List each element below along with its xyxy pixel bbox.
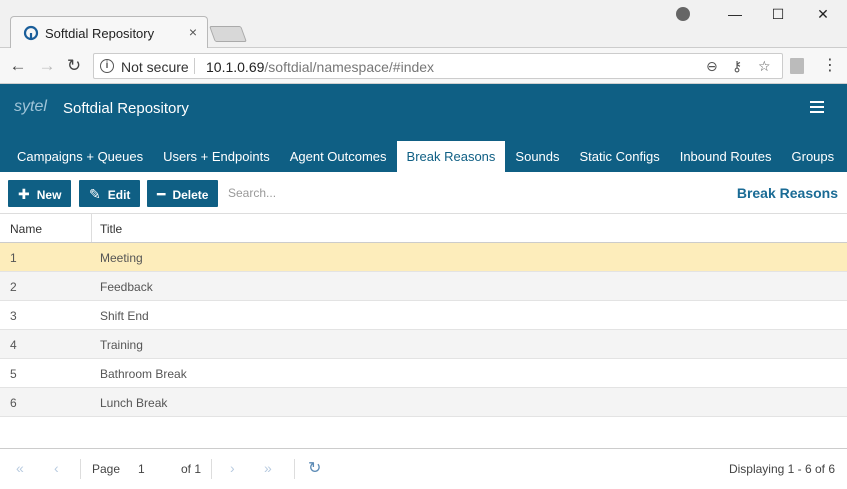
- cell-name: 5: [10, 367, 17, 381]
- table-row[interactable]: 4 Training: [0, 330, 847, 359]
- back-icon[interactable]: ←: [8, 56, 28, 76]
- key-icon[interactable]: ⚷: [732, 58, 742, 75]
- nav-tab-sounds[interactable]: Sounds: [505, 141, 569, 172]
- browser-tab[interactable]: Softdial Repository ×: [10, 16, 208, 49]
- cell-name: 1: [10, 251, 17, 265]
- zoom-icon[interactable]: ⊖: [706, 58, 718, 75]
- tab-close-icon[interactable]: ×: [189, 24, 197, 40]
- cell-title: Shift End: [100, 309, 149, 323]
- next-page-icon[interactable]: ›: [230, 460, 235, 476]
- url-text[interactable]: 10.1.0.69/softdial/namespace/#index: [206, 59, 434, 75]
- nav-tab-groups[interactable]: Groups: [782, 141, 845, 172]
- table-row[interactable]: 5 Bathroom Break: [0, 359, 847, 388]
- nav-tab-static-configs[interactable]: Static Configs: [570, 141, 670, 172]
- pencil-icon: ✎: [89, 186, 101, 202]
- pager-divider: [80, 459, 81, 479]
- not-secure-label: Not secure: [121, 59, 189, 75]
- close-window-icon[interactable]: ✕: [808, 6, 838, 23]
- cell-name: 6: [10, 396, 17, 410]
- minus-icon: ━: [157, 186, 166, 202]
- pager: « ‹ Page of 1 › » ↻ Displaying 1 - 6 of …: [0, 448, 847, 489]
- main-nav: Campaigns + Queues Users + Endpoints Agent…: [0, 141, 844, 172]
- page-count-label: of 1: [181, 462, 202, 476]
- column-header-name[interactable]: Name: [0, 214, 92, 242]
- extension-icon[interactable]: [790, 58, 804, 74]
- grid-body: 1 Meeting 2 Feedback 3 Shift End 4 Training 5 Bat…: [0, 243, 847, 417]
- cell-title: Feedback: [100, 280, 153, 294]
- new-tab-button[interactable]: [209, 26, 247, 42]
- last-page-icon[interactable]: »: [264, 460, 272, 476]
- page-number-input[interactable]: [132, 459, 168, 479]
- new-button[interactable]: ✚ New: [8, 180, 72, 207]
- cell-title: Meeting: [100, 251, 143, 265]
- cell-name: 4: [10, 338, 17, 352]
- table-row[interactable]: 1 Meeting: [0, 243, 847, 272]
- paging-status: Displaying 1 - 6 of 6: [728, 462, 835, 476]
- panel-title: Break Reasons: [736, 185, 838, 201]
- pager-divider: [211, 459, 212, 479]
- app-header: sytel Softdial Repository Campaigns + Qu…: [0, 84, 847, 172]
- cell-title: Training: [100, 338, 143, 352]
- cell-title: Bathroom Break: [100, 367, 187, 381]
- nav-tab-users-endpoints[interactable]: Users + Endpoints: [153, 141, 280, 172]
- edit-button[interactable]: ✎ Edit: [79, 180, 141, 207]
- prev-page-icon[interactable]: ‹: [54, 460, 59, 476]
- pager-divider: [294, 459, 295, 479]
- search-input[interactable]: [228, 182, 488, 204]
- profile-icon[interactable]: [676, 7, 690, 21]
- table-row[interactable]: 2 Feedback: [0, 272, 847, 301]
- url-path: /softdial/namespace/#index: [264, 59, 435, 75]
- nav-tab-campaigns-queues[interactable]: Campaigns + Queues: [7, 141, 153, 172]
- grid-header: Name Title: [0, 214, 847, 243]
- column-header-title[interactable]: Title: [92, 214, 847, 242]
- plus-icon: ✚: [18, 186, 30, 202]
- hamburger-menu-icon[interactable]: [810, 101, 824, 113]
- browser-menu-icon[interactable]: ⋮: [822, 55, 838, 75]
- favicon-icon: [23, 25, 39, 41]
- browser-titlebar: Softdial Repository × — ☐ ✕: [0, 0, 847, 49]
- bookmark-star-icon[interactable]: ☆: [758, 58, 771, 75]
- break-reasons-grid: Name Title 1 Meeting 2 Feedback 3 Shift End 4 T…: [0, 214, 847, 417]
- delete-button[interactable]: ━ Delete: [147, 180, 219, 207]
- first-page-icon[interactable]: «: [16, 460, 24, 476]
- forward-icon[interactable]: →: [37, 56, 57, 76]
- page-label: Page: [92, 462, 121, 476]
- new-label: New: [36, 188, 62, 202]
- info-icon[interactable]: i: [100, 59, 114, 73]
- url-divider: [194, 58, 195, 74]
- tab-title: Softdial Repository: [45, 26, 155, 41]
- cell-name: 3: [10, 309, 17, 323]
- table-row[interactable]: 6 Lunch Break: [0, 388, 847, 417]
- refresh-icon[interactable]: ↻: [308, 458, 321, 478]
- edit-label: Edit: [107, 188, 131, 202]
- maximize-icon[interactable]: ☐: [763, 6, 793, 23]
- table-row[interactable]: 3 Shift End: [0, 301, 847, 330]
- browser-toolbar: ← → ↻ i Not secure 10.1.0.69/softdial/na…: [0, 48, 847, 84]
- reload-icon[interactable]: ↻: [64, 56, 84, 76]
- app-title: Softdial Repository: [63, 100, 189, 117]
- url-host: 10.1.0.69: [206, 59, 265, 75]
- delete-label: Delete: [172, 188, 209, 202]
- nav-tab-inbound-routes[interactable]: Inbound Routes: [670, 141, 782, 172]
- sytel-logo: sytel: [14, 98, 47, 115]
- cell-name: 2: [10, 280, 17, 294]
- minimize-icon[interactable]: —: [720, 6, 750, 22]
- toolbar: ✚ New ✎ Edit ━ Delete Break Reasons: [0, 172, 847, 214]
- nav-tab-break-reasons[interactable]: Break Reasons: [396, 141, 506, 172]
- address-bar[interactable]: i Not secure 10.1.0.69/softdial/namespac…: [93, 53, 783, 79]
- nav-tab-agent-outcomes[interactable]: Agent Outcomes: [280, 141, 397, 172]
- cell-title: Lunch Break: [100, 396, 168, 410]
